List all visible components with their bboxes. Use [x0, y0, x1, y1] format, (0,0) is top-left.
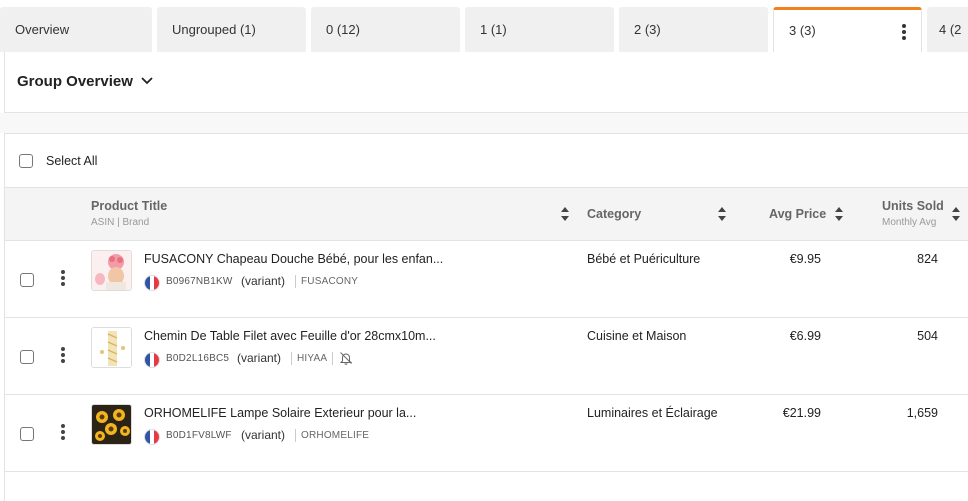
pink-shower-cap-image	[92, 251, 131, 290]
tab-group-2[interactable]: 2 (3)	[619, 7, 768, 52]
france-flag-icon	[144, 275, 160, 291]
row-checkbox[interactable]	[20, 427, 34, 441]
product-thumbnail[interactable]	[91, 327, 132, 368]
tab-group-4[interactable]: 4 (2	[927, 7, 968, 52]
product-thumbnail[interactable]	[91, 404, 132, 445]
france-flag-icon	[144, 429, 160, 445]
col-product-title: Product Title	[91, 199, 168, 213]
row-checkbox[interactable]	[20, 350, 34, 364]
tab-menu-icon[interactable]	[901, 24, 907, 42]
table-header: Product Title ASIN | Brand Category Avg …	[5, 187, 968, 241]
sort-icon[interactable]	[952, 207, 960, 221]
units-sold-cell: 824	[917, 252, 938, 266]
product-title-link[interactable]: ORHOMELIFE Lampe Solaire Exterieur pour …	[144, 406, 416, 420]
tab-bar: Overview Ungrouped (1) 0 (12) 1 (1) 2 (3…	[0, 0, 968, 52]
tab-group-0[interactable]: 0 (12)	[311, 7, 460, 52]
select-all-label: Select All	[46, 154, 98, 168]
chevron-down-icon[interactable]	[141, 76, 153, 86]
avg-price-cell: €6.99	[789, 329, 821, 343]
table-row[interactable]: FUSACONY Chapeau Douche Bébé, pour les e…	[5, 241, 968, 318]
france-flag-icon	[144, 352, 160, 368]
col-category: Category	[587, 207, 642, 221]
group-header: Group Overview	[4, 52, 968, 113]
product-title-link[interactable]: FUSACONY Chapeau Douche Bébé, pour les e…	[144, 252, 443, 266]
avg-price-cell: €9.95	[789, 252, 821, 266]
col-product-subtitle: ASIN | Brand	[91, 217, 150, 228]
category-cell: Bébé et Puériculture	[587, 252, 701, 266]
brand-link[interactable]: ORHOMELIFE	[301, 430, 369, 441]
variant-label: (variant)	[237, 351, 282, 365]
brand-link[interactable]: FUSACONY	[301, 276, 358, 287]
sort-icon[interactable]	[718, 207, 726, 221]
sort-icon[interactable]	[835, 207, 843, 221]
notification-muted-icon[interactable]	[339, 351, 353, 365]
table-row[interactable]: ORHOMELIFE Lampe Solaire Exterieur pour …	[5, 395, 968, 472]
sunflower-solar-lamp-image	[92, 405, 131, 444]
group-overview-title[interactable]: Group Overview	[17, 73, 133, 90]
tab-ungrouped[interactable]: Ungrouped (1)	[157, 7, 306, 52]
asin-link[interactable]: B0D2L16BC5	[166, 353, 229, 364]
brand-link[interactable]: HIYAA	[297, 353, 327, 364]
category-cell: Luminaires et Éclairage	[587, 406, 718, 420]
tab-group-1[interactable]: 1 (1)	[465, 7, 614, 52]
divider	[332, 352, 333, 365]
tab-group-3-label: 3 (3)	[789, 23, 816, 38]
products-table-panel: Select All Product Title ASIN | Brand Ca…	[4, 133, 968, 501]
tab-group-3[interactable]: 3 (3)	[773, 7, 922, 52]
product-title-link[interactable]: Chemin De Table Filet avec Feuille d'or …	[144, 329, 436, 343]
divider	[291, 352, 292, 365]
row-menu-icon[interactable]	[60, 424, 66, 442]
col-units-subtitle: Monthly Avg	[882, 217, 937, 228]
col-units-sold: Units Sold	[882, 199, 944, 213]
sort-icon[interactable]	[561, 207, 569, 221]
tab-overview[interactable]: Overview	[0, 7, 152, 52]
units-sold-cell: 1,659	[906, 406, 938, 420]
category-cell: Cuisine et Maison	[587, 329, 687, 343]
variant-label: (variant)	[241, 274, 286, 288]
row-menu-icon[interactable]	[60, 347, 66, 365]
row-checkbox[interactable]	[20, 273, 34, 287]
variant-label: (variant)	[241, 428, 286, 442]
product-thumbnail[interactable]	[91, 250, 132, 291]
asin-link[interactable]: B0967NB1KW	[166, 276, 232, 287]
row-menu-icon[interactable]	[60, 270, 66, 288]
table-row[interactable]: Chemin De Table Filet avec Feuille d'or …	[5, 318, 968, 395]
units-sold-cell: 504	[917, 329, 938, 343]
select-all-checkbox[interactable]	[19, 154, 33, 168]
divider	[295, 429, 296, 442]
section-divider	[0, 113, 968, 133]
asin-link[interactable]: B0D1FV8LWF	[166, 430, 232, 441]
col-avg-price: Avg Price	[769, 207, 827, 221]
divider	[295, 275, 296, 288]
gold-table-runner-image	[92, 328, 131, 367]
avg-price-cell: €21.99	[782, 406, 821, 420]
